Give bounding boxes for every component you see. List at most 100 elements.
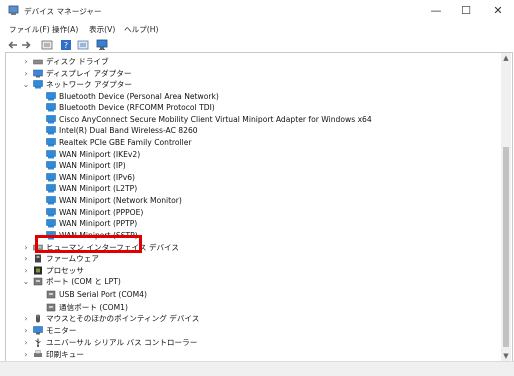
tree-node-mice[interactable]: › マウスとそのほかのポインティング デバイス: [6, 313, 501, 324]
help-icon[interactable]: ?: [60, 39, 72, 51]
device-manager-window: デバイス マネージャー — ☐ ✕ ファイル(F) 操作(A) 表示(V) ヘル…: [0, 0, 514, 376]
menu-file[interactable]: ファイル(F): [9, 24, 50, 35]
chevron-right-icon[interactable]: ›: [22, 349, 30, 360]
tree-label: マウスとそのほかのポインティング デバイス: [46, 314, 200, 323]
window-title: デバイス マネージャー: [24, 7, 102, 16]
status-bar: [0, 361, 514, 376]
toolbar: ?: [0, 38, 514, 52]
tree-label: WAN Miniport (PPPOE): [59, 208, 144, 217]
tree-label: ネットワーク アダプター: [46, 80, 132, 89]
network-adapter-icon: [46, 219, 56, 228]
network-adapter-icon: [46, 184, 56, 193]
tree-label: Cisco AnyConnect Secure Mobility Client …: [59, 115, 372, 124]
network-adapter-icon: [46, 115, 56, 124]
firmware-icon: [35, 254, 41, 263]
processor-icon: [34, 266, 42, 275]
menu-help[interactable]: ヘルプ(H): [124, 24, 158, 35]
back-icon[interactable]: [7, 39, 19, 51]
tree-label: 通信ポート (COM1): [59, 303, 128, 312]
tree-item-network[interactable]: WAN Miniport (IP): [6, 160, 501, 171]
close-button[interactable]: ✕: [482, 0, 514, 22]
tree-node-network-adapters[interactable]: ⌄ ネットワーク アダプター: [6, 79, 501, 90]
scroll-down-icon[interactable]: ▼: [501, 351, 511, 361]
network-adapter-icon: [33, 80, 43, 89]
chevron-down-icon[interactable]: ⌄: [22, 79, 30, 90]
network-adapter-icon: [46, 161, 56, 170]
show-hidden-icon[interactable]: [77, 39, 89, 51]
tree-label: WAN Miniport (L2TP): [59, 184, 138, 193]
tree-label: Bluetooth Device (Personal Area Network): [59, 92, 219, 101]
network-adapter-icon: [46, 208, 56, 217]
mouse-icon: [36, 314, 40, 323]
chevron-right-icon[interactable]: ›: [22, 253, 30, 264]
network-adapter-icon: [46, 126, 56, 135]
scroll-up-icon[interactable]: ▲: [501, 53, 511, 63]
chevron-right-icon[interactable]: ›: [22, 337, 30, 348]
maximize-button[interactable]: ☐: [450, 0, 482, 22]
device-tree[interactable]: › ディスク ドライブ › ディスプレイ アダプター ⌄ ネットワーク アダプタ…: [5, 52, 513, 362]
tree-label: 印刷キュー: [46, 350, 84, 359]
tree-item-com-port[interactable]: 通信ポート (COM1): [6, 302, 501, 313]
tree-item-network[interactable]: Realtek PCIe GBE Family Controller: [6, 137, 501, 148]
chevron-down-icon[interactable]: ⌄: [22, 276, 30, 287]
network-adapter-icon: [46, 150, 56, 159]
tree-item-network[interactable]: Bluetooth Device (RFCOMM Protocol TDI): [6, 102, 501, 113]
tree-item-network[interactable]: WAN Miniport (IKEv2): [6, 149, 501, 160]
svg-text:?: ?: [64, 41, 68, 50]
port-icon: [46, 290, 56, 299]
tree-item-usb-serial-port[interactable]: USB Serial Port (COM4): [6, 289, 501, 300]
tree-node-monitors[interactable]: › モニター: [6, 325, 501, 336]
network-adapter-icon: [46, 138, 56, 147]
chevron-right-icon[interactable]: ›: [22, 325, 30, 336]
tree-node-disk-drives[interactable]: › ディスク ドライブ: [6, 56, 501, 67]
tree-node-firmware[interactable]: › ファームウェア: [6, 253, 501, 264]
printer-icon: [34, 350, 42, 357]
network-adapter-icon: [46, 196, 56, 205]
tree-label: Realtek PCIe GBE Family Controller: [59, 138, 192, 147]
tree-item-network[interactable]: Cisco AnyConnect Secure Mobility Client …: [6, 114, 501, 125]
menu-bar: ファイル(F) 操作(A) 表示(V) ヘルプ(H): [0, 22, 514, 38]
vertical-scrollbar[interactable]: ▲ ▼: [501, 53, 511, 361]
scrollbar-thumb[interactable]: [503, 147, 509, 347]
tree-item-network[interactable]: WAN Miniport (Network Monitor): [6, 195, 501, 206]
tree-item-network[interactable]: WAN Miniport (PPTP): [6, 218, 501, 229]
tree-node-processors[interactable]: › プロセッサ: [6, 265, 501, 276]
properties-icon[interactable]: [41, 39, 53, 51]
disk-drive-icon: [33, 59, 43, 65]
tree-label: ディスク ドライブ: [46, 57, 109, 66]
tree-item-network[interactable]: Bluetooth Device (Personal Area Network): [6, 91, 501, 102]
tree-item-network[interactable]: Intel(R) Dual Band Wireless-AC 8260: [6, 125, 501, 136]
tree-label: ファームウェア: [46, 254, 99, 263]
device-manager-icon: [8, 5, 19, 15]
port-icon: [46, 303, 56, 312]
tree-node-print-queues[interactable]: › 印刷キュー: [6, 349, 501, 360]
minimize-button[interactable]: —: [420, 0, 452, 22]
tree-label: Intel(R) Dual Band Wireless-AC 8260: [59, 126, 198, 135]
menu-action[interactable]: 操作(A): [52, 24, 78, 35]
tree-label: USB Serial Port (COM4): [59, 290, 147, 299]
tree-label: WAN Miniport (IKEv2): [59, 150, 141, 159]
tree-label: モニター: [46, 326, 77, 335]
tree-label: WAN Miniport (Network Monitor): [59, 196, 182, 205]
chevron-right-icon[interactable]: ›: [22, 242, 30, 253]
usb-icon: [35, 338, 41, 347]
forward-icon[interactable]: [20, 39, 32, 51]
monitor-icon[interactable]: [96, 39, 108, 51]
tree-node-ports[interactable]: ⌄ ポート (COM と LPT): [6, 276, 501, 287]
title-bar: デバイス マネージャー — ☐ ✕: [0, 0, 514, 22]
tree-item-network[interactable]: WAN Miniport (PPPOE): [6, 207, 501, 218]
chevron-right-icon[interactable]: ›: [22, 68, 30, 79]
chevron-right-icon[interactable]: ›: [22, 56, 30, 67]
tree-node-display-adapters[interactable]: › ディスプレイ アダプター: [6, 68, 501, 79]
tree-node-usb-controllers[interactable]: › ユニバーサル シリアル バス コントローラー: [6, 337, 501, 348]
display-adapter-icon: [33, 69, 43, 78]
menu-view[interactable]: 表示(V): [89, 24, 115, 35]
tree-label: ポート (COM と LPT): [46, 277, 121, 286]
tree-item-network[interactable]: WAN Miniport (L2TP): [6, 183, 501, 194]
tree-item-network[interactable]: WAN Miniport (IPv6): [6, 172, 501, 183]
monitor-icon: [33, 326, 43, 335]
tree-label: ディスプレイ アダプター: [46, 69, 132, 78]
highlight-box: [35, 235, 142, 253]
chevron-right-icon[interactable]: ›: [22, 265, 30, 276]
chevron-right-icon[interactable]: ›: [22, 313, 30, 324]
